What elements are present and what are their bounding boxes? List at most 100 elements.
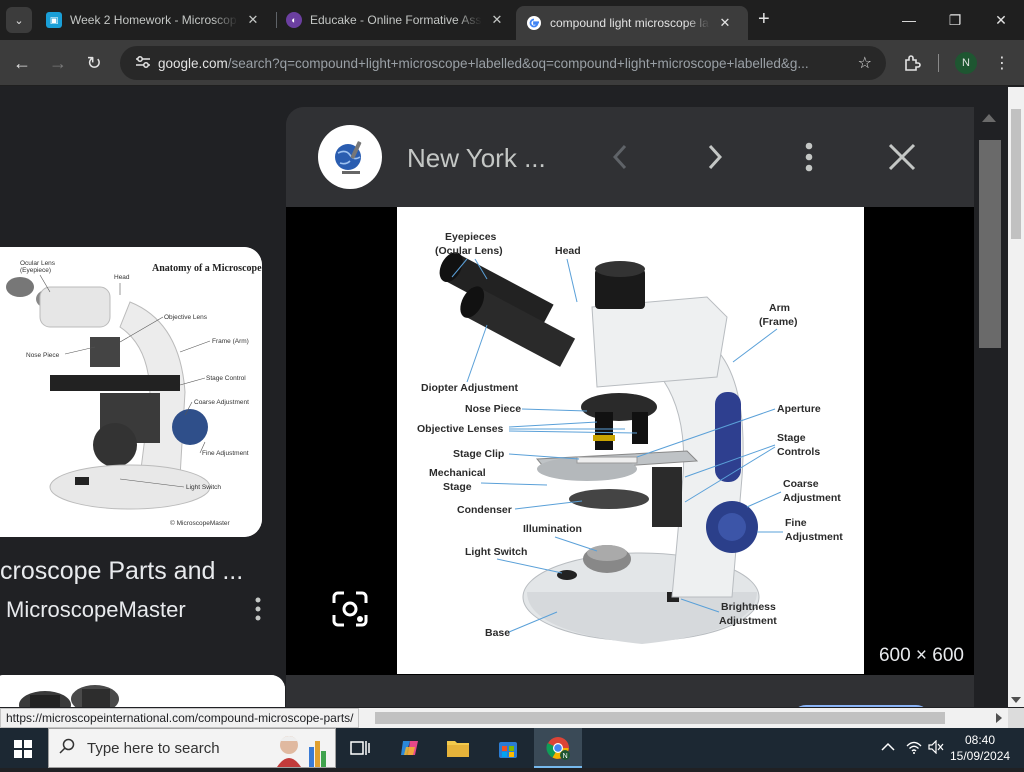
volume-muted-icon bbox=[928, 739, 944, 755]
previous-image-button[interactable] bbox=[602, 137, 638, 177]
folder-icon bbox=[447, 741, 469, 757]
google-lens-button[interactable] bbox=[330, 589, 374, 633]
labelled-microscope-diagram: Eyepieces (Ocular Lens) Head Arm (Frame)… bbox=[397, 207, 864, 674]
taskbar-search-box[interactable]: Type here to search bbox=[48, 728, 336, 768]
svg-text:Eyepieces: Eyepieces bbox=[445, 231, 497, 243]
copilot-button[interactable] bbox=[398, 736, 422, 760]
scrollbar-corner bbox=[1008, 708, 1024, 728]
microscope-diagram-image[interactable]: Eyepieces (Ocular Lens) Head Arm (Frame)… bbox=[397, 207, 864, 674]
store-icon bbox=[499, 742, 517, 758]
tab-close-icon[interactable]: ✕ bbox=[490, 12, 504, 28]
tab-separator bbox=[276, 12, 277, 28]
thumb-heading: Anatomy of a Microscope bbox=[152, 263, 262, 274]
tab-title: Week 2 Homework - Microscop bbox=[70, 13, 237, 27]
svg-text:Nose Piece: Nose Piece bbox=[26, 352, 60, 359]
search-results-area: Anatomy of a Microscope Ocular Lens (Eyep… bbox=[0, 87, 1008, 707]
bookmark-star-icon[interactable]: ☆ bbox=[858, 53, 872, 73]
chrome-taskbar-button[interactable]: N bbox=[534, 728, 582, 768]
svg-text:Fine: Fine bbox=[785, 517, 807, 529]
svg-text:Mechanical: Mechanical bbox=[429, 467, 486, 479]
window-close-button[interactable]: ✕ bbox=[978, 0, 1024, 40]
new-tab-button[interactable]: + bbox=[758, 9, 770, 29]
tab-week2-homework[interactable]: ▣ Week 2 Homework - Microscop ✕ bbox=[46, 6, 260, 34]
minimize-icon: — bbox=[902, 12, 916, 28]
volume-button[interactable] bbox=[928, 739, 944, 757]
viewer-scrollbar-thumb[interactable] bbox=[979, 140, 1001, 348]
site-info-icon[interactable] bbox=[128, 55, 158, 72]
tab-close-icon[interactable]: ✕ bbox=[718, 15, 732, 31]
svg-text:Illumination: Illumination bbox=[523, 523, 582, 535]
image-viewer-panel: New York ... Eyepieces (Ocular Lens) Hea… bbox=[286, 107, 974, 707]
tab-educake[interactable]: ◐ Educake - Online Formative Ass ✕ bbox=[286, 6, 504, 34]
tab-search-button[interactable]: ⌄ bbox=[6, 7, 32, 33]
svg-text:Arm: Arm bbox=[769, 302, 790, 314]
forward-button[interactable]: → bbox=[45, 50, 71, 76]
task-view-button[interactable] bbox=[348, 736, 372, 760]
svg-text:Coarse Adjustment: Coarse Adjustment bbox=[194, 399, 249, 406]
source-site-name[interactable]: New York ... bbox=[407, 143, 546, 174]
svg-text:Stage Control: Stage Control bbox=[206, 375, 246, 382]
kebab-menu-icon: ⋮ bbox=[994, 55, 1010, 72]
scroll-up-arrow-icon[interactable] bbox=[982, 114, 996, 122]
result-more-button[interactable] bbox=[252, 597, 264, 621]
back-button[interactable]: ← bbox=[9, 50, 35, 76]
chevron-up-icon bbox=[881, 742, 895, 751]
viewer-close-button[interactable] bbox=[884, 137, 920, 177]
chevron-down-icon: ⌄ bbox=[14, 14, 24, 27]
address-bar[interactable]: google.com/search?q=compound+light+micro… bbox=[120, 46, 886, 80]
svg-text:Adjustment: Adjustment bbox=[783, 492, 841, 504]
extensions-button[interactable] bbox=[899, 50, 925, 76]
restore-button[interactable]: ❐ bbox=[932, 0, 978, 40]
scroll-right-arrow-icon[interactable] bbox=[996, 713, 1002, 723]
svg-text:Frame (Arm): Frame (Arm) bbox=[212, 338, 249, 345]
microsoft-store-button[interactable] bbox=[496, 736, 520, 760]
svg-text:Light Switch: Light Switch bbox=[186, 484, 221, 491]
system-clock[interactable]: 08:40 15/09/2024 bbox=[950, 732, 1010, 764]
file-explorer-button[interactable] bbox=[446, 736, 470, 760]
network-button[interactable] bbox=[906, 740, 922, 757]
image-dimensions: 600 × 600 bbox=[878, 645, 964, 666]
svg-text:Base: Base bbox=[485, 627, 510, 639]
url-domain: google.com bbox=[158, 55, 228, 71]
svg-text:Objective Lens: Objective Lens bbox=[164, 314, 208, 321]
svg-text:Objective Lenses: Objective Lenses bbox=[417, 423, 504, 435]
svg-text:Stage: Stage bbox=[777, 432, 806, 444]
result-title[interactable]: croscope Parts and ... bbox=[0, 557, 243, 586]
svg-text:Diopter Adjustment: Diopter Adjustment bbox=[421, 382, 519, 394]
svg-text:(Frame): (Frame) bbox=[759, 316, 798, 328]
tab-close-icon[interactable]: ✕ bbox=[246, 12, 260, 28]
reload-button[interactable]: ↻ bbox=[81, 50, 107, 76]
result-image-card-2[interactable] bbox=[0, 675, 285, 707]
chrome-menu-button[interactable]: ⋮ bbox=[989, 50, 1015, 76]
result-image-card[interactable]: Anatomy of a Microscope Ocular Lens (Eyep… bbox=[0, 247, 262, 537]
globe-microscope-logo-icon bbox=[335, 141, 362, 174]
svg-text:Stage: Stage bbox=[443, 481, 472, 493]
scroll-down-arrow-icon[interactable] bbox=[1011, 697, 1021, 703]
svg-text:Stage Clip: Stage Clip bbox=[453, 448, 504, 460]
page-scrollbar-thumb[interactable] bbox=[1011, 109, 1021, 239]
viewer-footer bbox=[286, 675, 974, 707]
chevron-left-icon bbox=[613, 144, 627, 170]
tab-compound-microscope[interactable]: compound light microscope lab ✕ bbox=[516, 6, 748, 40]
svg-text:© MicroscopeMaster: © MicroscopeMaster bbox=[170, 519, 231, 527]
minimize-button[interactable]: — bbox=[886, 0, 932, 40]
tab-title: compound light microscope lab bbox=[550, 16, 710, 30]
windows-start-button[interactable] bbox=[14, 740, 32, 758]
chrome-icon: N bbox=[546, 737, 570, 760]
viewer-scrollbar[interactable] bbox=[976, 108, 1004, 708]
horizontal-scrollbar-thumb[interactable] bbox=[375, 712, 945, 724]
viewer-more-button[interactable] bbox=[791, 137, 827, 177]
tray-overflow-button[interactable] bbox=[881, 740, 895, 755]
page-scrollbar[interactable] bbox=[1008, 87, 1024, 707]
google-favicon-icon bbox=[526, 15, 542, 31]
copilot-icon bbox=[401, 741, 418, 755]
profile-avatar[interactable]: N bbox=[955, 52, 977, 74]
url-text: google.com/search?q=compound+light+micro… bbox=[158, 56, 848, 71]
svg-text:Nose Piece: Nose Piece bbox=[465, 403, 521, 415]
link-status-bubble: https://microscopeinternational.com/comp… bbox=[0, 708, 360, 728]
visit-button[interactable] bbox=[791, 705, 931, 707]
site-logo[interactable] bbox=[318, 125, 382, 189]
next-image-button[interactable] bbox=[697, 137, 733, 177]
toolbar-divider bbox=[938, 54, 939, 72]
result-source[interactable]: MicroscopeMaster bbox=[6, 597, 186, 623]
